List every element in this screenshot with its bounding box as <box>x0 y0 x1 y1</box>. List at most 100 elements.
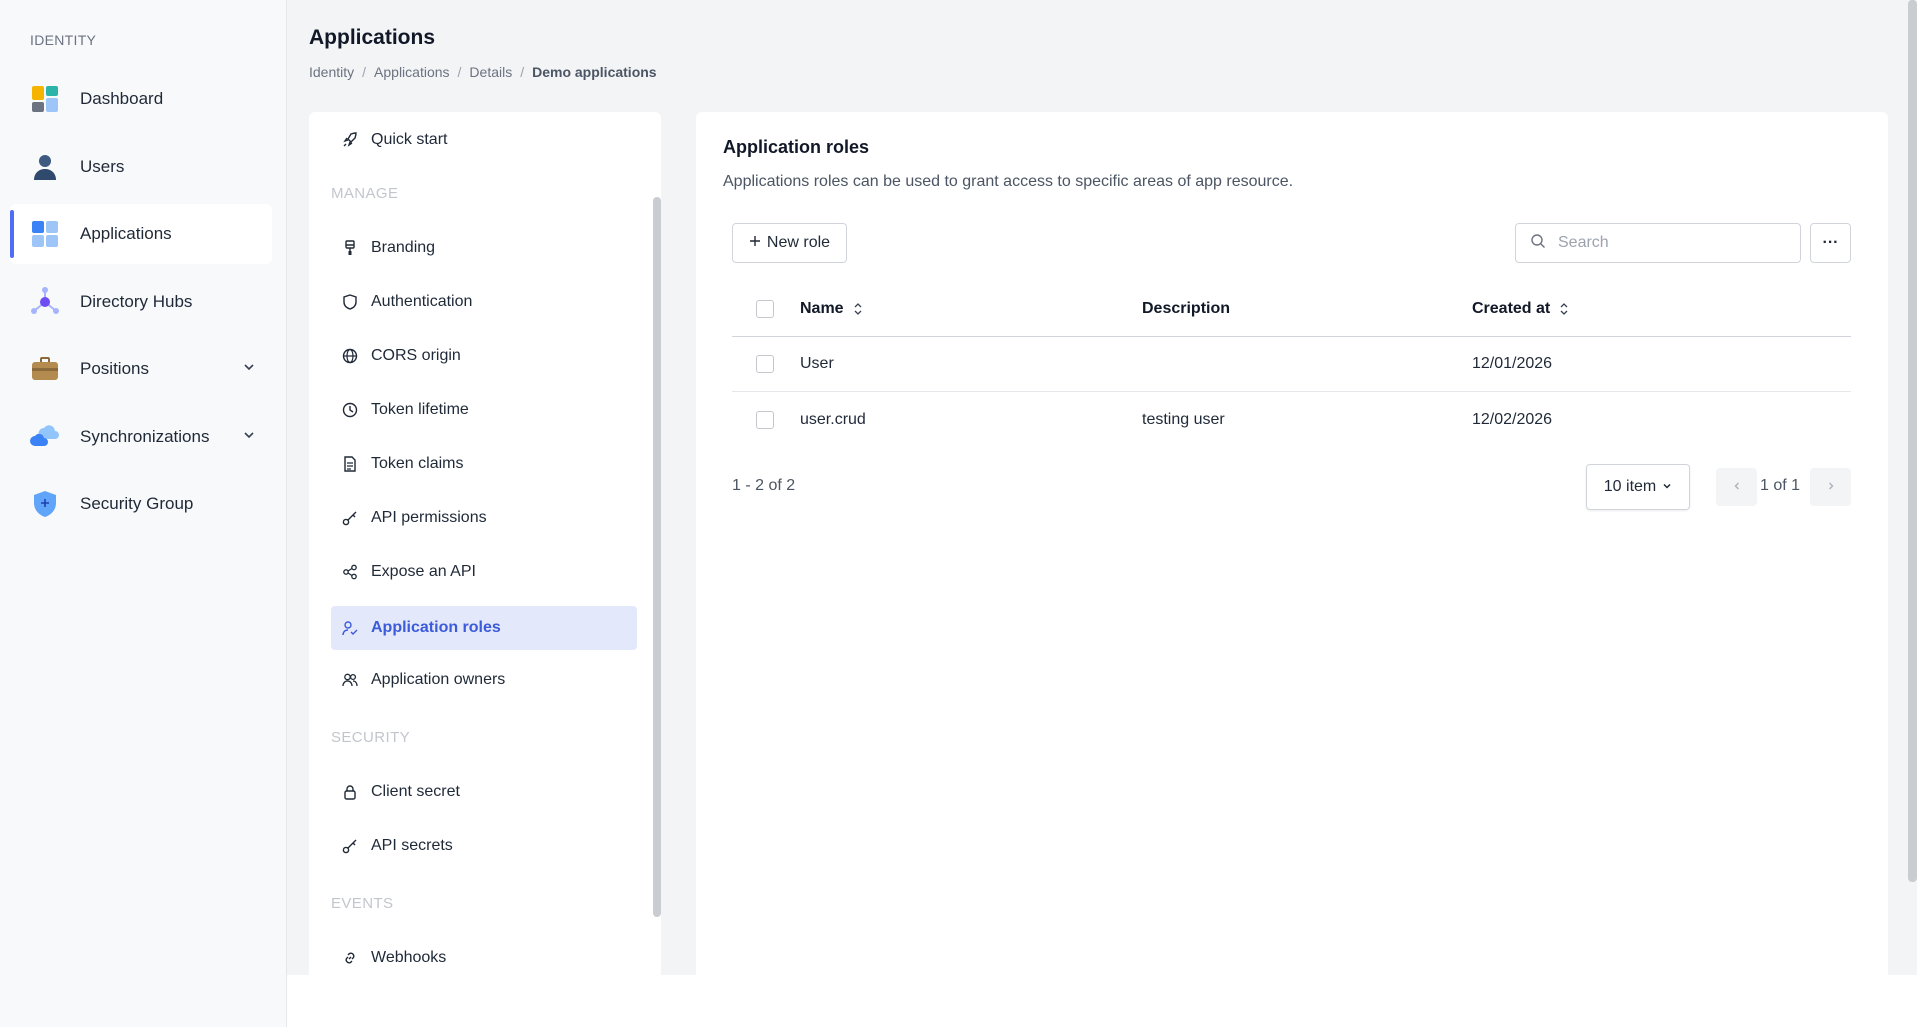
menu-label-application-roles: Application roles <box>371 619 501 636</box>
menu-item-token-claims[interactable]: Token claims <box>331 442 637 486</box>
menu-item-authentication[interactable]: Authentication <box>331 280 637 324</box>
menu-item-application-owners[interactable]: Application owners <box>331 658 637 702</box>
menu-item-cors-origin[interactable]: CORS origin <box>331 334 637 378</box>
chevron-left-icon <box>1732 478 1742 496</box>
column-label-name: Name <box>800 300 844 317</box>
menu-label-application-owners: Application owners <box>371 671 506 688</box>
role-created-at: 12/02/2026 <box>1472 410 1553 428</box>
roles-table: Name Description Created at User 12/01/2… <box>732 282 1851 447</box>
nav-item-applications[interactable]: Applications <box>10 204 272 264</box>
previous-page-button[interactable] <box>1716 468 1757 506</box>
menu-item-api-permissions[interactable]: API permissions <box>331 496 637 540</box>
column-header-name[interactable]: Name <box>800 282 862 336</box>
table-row[interactable]: user.crud testing user 12/02/2026 <box>732 392 1851 447</box>
search-box[interactable] <box>1515 223 1801 263</box>
page-scrollbar[interactable] <box>1908 0 1917 882</box>
menu-item-webhooks[interactable]: Webhooks <box>331 936 637 975</box>
menu-item-client-secret[interactable]: Client secret <box>331 770 637 814</box>
chevron-right-icon <box>1826 478 1836 496</box>
sort-icon[interactable] <box>1560 303 1568 315</box>
lock-icon <box>341 783 359 801</box>
side-navigation: IDENTITY Dashboard Users Applications Di… <box>0 0 287 1027</box>
select-all-checkbox[interactable] <box>756 300 774 318</box>
shield-icon <box>30 489 60 519</box>
nav-item-dashboard[interactable]: Dashboard <box>10 69 272 129</box>
search-icon <box>1530 233 1546 254</box>
link-icon <box>341 949 359 967</box>
breadcrumb-separator: / <box>362 64 367 80</box>
nav-item-directory-hubs[interactable]: Directory Hubs <box>10 272 272 332</box>
table-header-row: Name Description Created at <box>732 282 1851 337</box>
menu-label-api-secrets: API secrets <box>371 837 453 854</box>
sort-icon[interactable] <box>854 303 862 315</box>
menu-scrollbar[interactable] <box>653 197 661 917</box>
dashboard-icon <box>30 84 60 114</box>
application-roles-panel: Application roles Applications roles can… <box>696 112 1888 975</box>
chevron-down-icon <box>1662 478 1672 496</box>
menu-heading-events: EVENTS <box>331 895 394 912</box>
nav-item-users[interactable]: Users <box>10 137 272 197</box>
role-name: user.crud <box>800 410 866 428</box>
row-select-cell <box>756 337 774 391</box>
page-size-value: 10 item <box>1603 478 1657 495</box>
page-title: Applications <box>309 26 436 49</box>
menu-item-token-lifetime[interactable]: Token lifetime <box>331 388 637 432</box>
nav-section-identity: IDENTITY <box>30 32 97 48</box>
row-checkbox[interactable] <box>756 410 774 429</box>
breadcrumb: Identity / Applications / Details / Demo… <box>309 64 657 80</box>
menu-heading-manage: MANAGE <box>331 185 399 202</box>
menu-label-api-permissions: API permissions <box>371 509 487 526</box>
rocket-icon <box>341 131 359 149</box>
menu-label-cors-origin: CORS origin <box>371 347 461 364</box>
menu-item-branding[interactable]: Branding <box>331 226 637 270</box>
menu-label-token-claims: Token claims <box>371 455 464 472</box>
clock-icon <box>341 401 359 419</box>
nav-label-users: Users <box>80 157 125 176</box>
menu-item-expose-an-api[interactable]: Expose an API <box>331 550 637 594</box>
menu-label-token-lifetime: Token lifetime <box>371 401 469 418</box>
search-input[interactable] <box>1558 234 1778 252</box>
nav-label-directory-hubs: Directory Hubs <box>80 292 193 311</box>
menu-label-quick-start: Quick start <box>371 131 448 148</box>
nav-item-positions[interactable]: Positions <box>10 339 272 399</box>
select-all-cell <box>756 282 774 336</box>
shield-outline-icon <box>341 293 359 311</box>
column-label-description: Description <box>1142 300 1231 317</box>
breadcrumb-details[interactable]: Details <box>469 64 512 80</box>
applications-icon <box>30 219 60 249</box>
row-checkbox[interactable] <box>756 355 774 373</box>
breadcrumb-identity[interactable]: Identity <box>309 64 354 80</box>
menu-label-client-secret: Client secret <box>371 783 460 800</box>
user-icon <box>30 152 60 182</box>
menu-item-quick-start[interactable]: Quick start <box>331 118 637 162</box>
nav-label-applications: Applications <box>80 224 172 243</box>
more-options-button[interactable]: ··· <box>1810 223 1851 263</box>
new-role-button[interactable]: New role <box>732 223 847 263</box>
users-icon <box>341 671 359 689</box>
menu-label-branding: Branding <box>371 239 436 256</box>
nav-label-dashboard: Dashboard <box>80 89 164 108</box>
row-select-cell <box>756 392 774 447</box>
section-title: Application roles <box>723 137 870 157</box>
brush-icon <box>341 239 359 257</box>
column-header-created-at[interactable]: Created at <box>1472 282 1568 336</box>
page-size-select[interactable]: 10 item <box>1586 464 1690 510</box>
nav-label-synchronizations: Synchronizations <box>80 427 210 446</box>
breadcrumb-applications[interactable]: Applications <box>374 64 450 80</box>
chevron-down-icon[interactable] <box>242 427 256 447</box>
chevron-down-icon[interactable] <box>242 359 256 379</box>
nav-item-synchronizations[interactable]: Synchronizations <box>10 407 272 467</box>
menu-label-expose-an-api: Expose an API <box>371 563 476 580</box>
user-check-icon <box>341 619 359 637</box>
new-role-label: New role <box>766 234 831 251</box>
breadcrumb-current: Demo applications <box>532 64 657 80</box>
menu-item-api-secrets[interactable]: API secrets <box>331 824 637 868</box>
menu-item-application-roles[interactable]: Application roles <box>331 606 637 650</box>
column-label-created-at: Created at <box>1472 300 1551 317</box>
role-name: User <box>800 355 834 372</box>
main-area: Applications Identity / Applications / D… <box>287 0 1917 975</box>
nav-item-security-group[interactable]: Security Group <box>10 474 272 534</box>
next-page-button[interactable] <box>1810 468 1851 506</box>
table-row[interactable]: User 12/01/2026 <box>732 337 1851 392</box>
breadcrumb-separator: / <box>520 64 525 80</box>
